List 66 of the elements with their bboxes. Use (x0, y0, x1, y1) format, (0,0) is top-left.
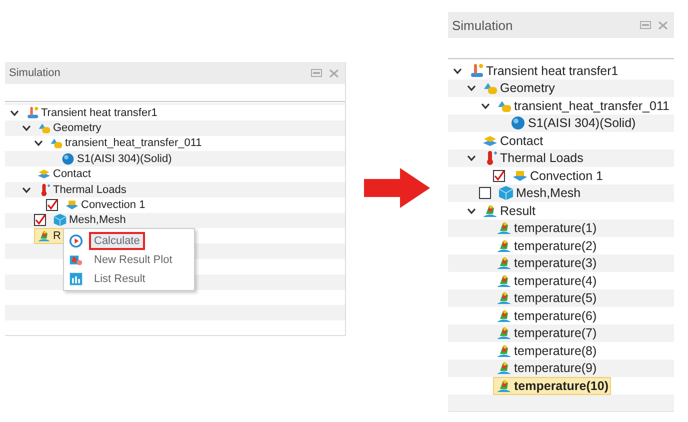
tree-item[interactable]: S1(AISI 304)(Solid) (507, 114, 639, 132)
tree-item[interactable]: temperature(1) (493, 219, 600, 238)
shapes-icon (49, 136, 63, 150)
tree-item[interactable]: temperature(8) (493, 342, 600, 360)
chevron-icon[interactable] (22, 186, 31, 193)
checkbox[interactable] (493, 170, 505, 182)
tree-item[interactable]: temperature(4) (493, 272, 600, 290)
tree-item[interactable]: Mesh,Mesh (50, 212, 129, 228)
tree-item[interactable]: Contact (34, 166, 94, 182)
tree-item[interactable]: Transient heat transfer1 (22, 104, 160, 121)
colored-mesh-icon (496, 272, 512, 289)
tree-item[interactable]: temperature(5) (493, 289, 600, 308)
chevron-icon[interactable] (467, 85, 476, 92)
colored-mesh-icon (496, 308, 512, 324)
cube-icon (53, 213, 67, 228)
colored-mesh-icon (496, 255, 512, 272)
tree-item[interactable]: transient_heat_transfer_011 (46, 135, 205, 152)
tree-item[interactable]: temperature(2) (493, 236, 600, 255)
tree-item[interactable]: temperature(7) (493, 324, 600, 342)
colored-mesh-icon (496, 325, 512, 342)
chevron-icon[interactable] (22, 125, 31, 132)
checkbox[interactable] (34, 214, 46, 226)
chevron-icon[interactable] (467, 208, 476, 214)
menu-item[interactable]: List Result (89, 270, 150, 288)
bar-chart-icon (69, 272, 83, 286)
menu-item[interactable]: Calculate (89, 232, 145, 250)
colored-mesh-icon (496, 360, 512, 376)
play-icon (69, 234, 83, 248)
colored-mesh-icon (496, 220, 512, 236)
chevron-icon[interactable] (10, 110, 19, 116)
tree-item[interactable]: Transient heat transfer1 (465, 62, 622, 80)
arrow-icon (364, 168, 430, 208)
chevron-icon[interactable] (34, 140, 43, 146)
checkbox[interactable] (46, 199, 58, 212)
tree-item[interactable]: Contact (479, 132, 546, 150)
colored-mesh-icon (496, 290, 512, 306)
colored-mesh-icon (496, 342, 512, 359)
sphere-icon (61, 152, 75, 166)
tree-item[interactable]: Geometry (479, 79, 558, 98)
tree-item[interactable]: temperature(6) (493, 306, 600, 325)
checkbox[interactable] (479, 187, 491, 200)
tree-item[interactable]: temperature(9) (493, 359, 600, 378)
panel-title: Simulation (452, 18, 513, 32)
tree-item[interactable]: Convection 1 (509, 166, 606, 185)
cube-icon (498, 185, 514, 202)
colored-mesh-icon (496, 238, 512, 254)
tree-item[interactable]: Convection 1 (62, 197, 148, 214)
sphere-icon (510, 115, 526, 132)
colored-mesh-icon (482, 202, 498, 219)
tree-item[interactable]: Result (479, 202, 538, 220)
tree-item[interactable]: transient_heat_transfer_011 (493, 96, 672, 115)
colored-mesh-icon (37, 228, 51, 243)
chevron-icon[interactable] (453, 68, 462, 74)
tree-item[interactable]: Mesh,Mesh (495, 184, 584, 202)
panel-title: Simulation (9, 67, 60, 79)
tree-item[interactable]: temperature(10) (493, 376, 612, 395)
tree-item[interactable]: S1(AISI 304)(Solid) (58, 150, 175, 167)
shapes-icon (37, 121, 51, 136)
colored-mesh-icon (496, 378, 512, 394)
tree-item[interactable]: Thermal Loads (34, 182, 130, 198)
tree-item[interactable]: temperature(3) (493, 254, 600, 272)
tree-item[interactable]: Geometry (34, 120, 104, 136)
chevron-icon[interactable] (467, 155, 476, 162)
tree-item[interactable]: Thermal Loads (479, 149, 586, 168)
chevron-icon[interactable] (481, 102, 490, 109)
menu-item[interactable]: New Result Plot (89, 250, 178, 268)
